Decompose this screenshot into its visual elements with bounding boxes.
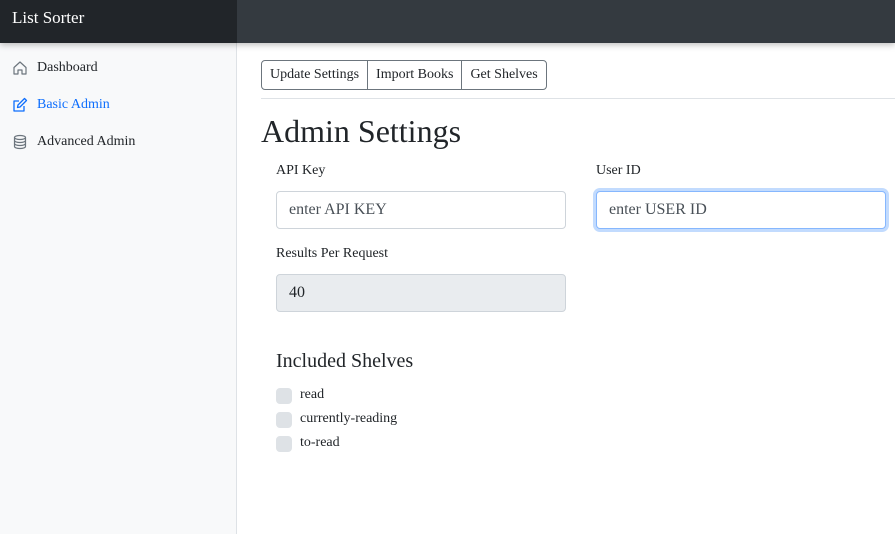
shelf-checkbox[interactable]	[276, 436, 292, 452]
included-shelves-title: Included Shelves	[276, 350, 414, 372]
api-key-label: API Key	[276, 163, 326, 178]
sidebar-item-advanced-admin[interactable]: Advanced Admin	[12, 131, 135, 153]
home-icon	[12, 60, 28, 76]
shelf-checkbox-row: currently-reading	[276, 410, 397, 428]
shelf-checkbox-label: currently-reading	[300, 411, 398, 426]
shelf-checkbox-label: to-read	[300, 435, 340, 450]
update-settings-button[interactable]: Update Settings	[261, 60, 369, 90]
get-shelves-button[interactable]: Get Shelves	[461, 60, 547, 90]
results-per-request-label: Results Per Request	[276, 246, 388, 261]
results-per-request-input[interactable]	[276, 274, 566, 312]
import-books-button[interactable]: Import Books	[367, 60, 463, 90]
main-content: Update Settings Import Books Get Shelves…	[237, 43, 895, 534]
sidebar: Dashboard Basic Admin Advanced Admin	[0, 43, 237, 534]
toolbar-button-group: Update Settings Import Books Get Shelves	[261, 60, 547, 90]
app-brand[interactable]: List Sorter	[0, 0, 237, 43]
user-id-label: User ID	[596, 163, 641, 178]
sidebar-item-label: Basic Admin	[37, 97, 110, 112]
shelf-checkbox[interactable]	[276, 388, 292, 404]
sidebar-item-label: Advanced Admin	[37, 134, 136, 149]
sidebar-item-basic-admin[interactable]: Basic Admin	[12, 94, 110, 116]
top-navbar: List Sorter	[0, 0, 895, 43]
api-key-input[interactable]	[276, 191, 566, 229]
user-id-input[interactable]	[596, 191, 886, 229]
page-title: Admin Settings	[261, 113, 462, 149]
shelf-checkbox-label: read	[300, 387, 325, 402]
shelf-checkbox-row: read	[276, 386, 324, 404]
edit-icon	[12, 97, 28, 113]
database-icon	[12, 134, 28, 150]
sidebar-item-dashboard[interactable]: Dashboard	[12, 57, 98, 79]
shelf-checkbox[interactable]	[276, 412, 292, 428]
sidebar-item-label: Dashboard	[37, 60, 98, 75]
divider	[261, 98, 895, 99]
shelf-checkbox-row: to-read	[276, 434, 340, 452]
